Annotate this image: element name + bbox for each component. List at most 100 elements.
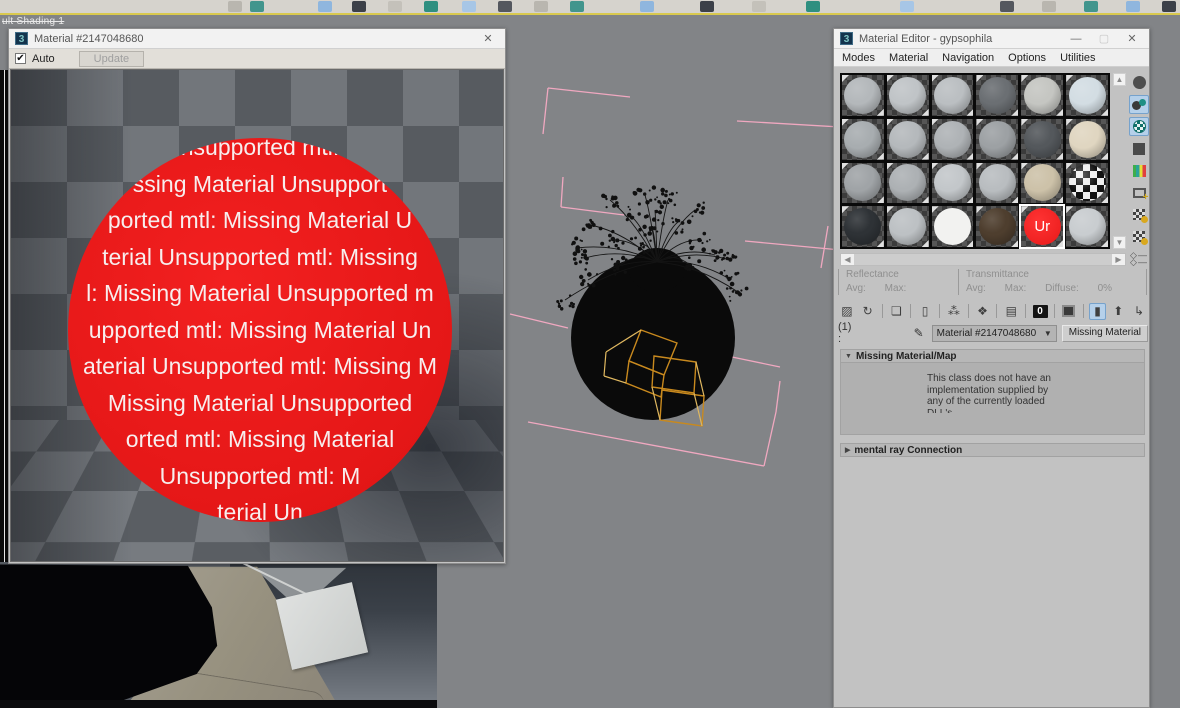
toolbar-icon-stub[interactable] <box>900 1 914 12</box>
maximize-icon[interactable]: ▢ <box>1093 32 1115 45</box>
scroll-up-icon[interactable]: ▲ <box>1113 73 1126 86</box>
close-icon[interactable]: ✕ <box>1121 32 1143 45</box>
material-swatch[interactable] <box>931 206 974 247</box>
get-material-icon[interactable]: ▨ <box>838 303 856 320</box>
main-toolbar[interactable] <box>0 0 1180 13</box>
menu-material[interactable]: Material <box>889 52 928 64</box>
go-to-parent-icon[interactable]: ⬆ <box>1109 303 1127 320</box>
material-swatch[interactable] <box>1066 206 1108 247</box>
toolbar-icon-stub[interactable] <box>388 1 402 12</box>
missing-material-sphere: nsupported mtl. ssing Material Unsupport p… <box>68 138 452 522</box>
material-swatch[interactable] <box>886 75 929 116</box>
backlight-icon[interactable] <box>1129 95 1149 114</box>
material-swatch[interactable] <box>1066 118 1108 160</box>
background-icon[interactable] <box>1129 117 1149 136</box>
material-swatch[interactable] <box>931 162 974 204</box>
close-icon[interactable]: ✕ <box>477 32 499 45</box>
toolbar-icon-stub[interactable] <box>462 1 476 12</box>
pink-bracket-line <box>560 206 625 216</box>
show-end-result-icon[interactable]: ▮ <box>1088 302 1107 320</box>
swatch-vertical-scrollbar[interactable]: ▲ ▼ <box>1113 73 1126 249</box>
reset-map-icon[interactable]: ▯ <box>916 303 934 320</box>
material-swatch[interactable] <box>842 162 884 204</box>
toolbar-icon-stub[interactable] <box>352 1 366 12</box>
menu-utilities[interactable]: Utilities <box>1060 52 1095 64</box>
rollout-header[interactable]: ▶ mental ray Connection <box>840 443 1145 457</box>
menu-navigation[interactable]: Navigation <box>942 52 994 64</box>
go-forward-to-sibling-icon[interactable]: ↳ <box>1130 303 1148 320</box>
minimize-icon[interactable]: — <box>1065 33 1087 45</box>
pick-material-eyedropper-icon[interactable]: ✎ <box>914 326 924 340</box>
material-preview-window[interactable]: 3 Material #2147048680 ✕ ✔ Auto Update n… <box>8 28 506 564</box>
material-type-button[interactable]: Missing Material <box>1061 324 1148 342</box>
material-swatch[interactable] <box>976 162 1019 204</box>
preview-titlebar[interactable]: 3 Material #2147048680 ✕ <box>9 29 505 49</box>
material-swatch[interactable] <box>931 75 974 116</box>
material-swatch[interactable]: Ur <box>1019 204 1066 249</box>
material-swatch[interactable] <box>1066 162 1108 204</box>
assign-material-to-selection-icon[interactable]: ❏ <box>887 303 905 320</box>
material-name-dropdown[interactable]: Material #2147048680 ▼ <box>931 324 1057 342</box>
material-swatch[interactable] <box>886 206 929 247</box>
missing-material-text-line: Missing Material Unsupported <box>107 389 413 416</box>
scroll-right-icon[interactable]: ▶ <box>1112 254 1125 265</box>
toolbar-icon-stub[interactable] <box>570 1 584 12</box>
make-material-copy-icon[interactable]: ⁂ <box>945 303 963 320</box>
auto-checkbox[interactable]: ✔ <box>15 53 26 64</box>
viewport-shading-label[interactable]: ult Shading 1 <box>2 16 64 27</box>
material-swatch[interactable] <box>976 75 1019 116</box>
select-by-material-icon[interactable] <box>1129 227 1149 246</box>
toolbar-icon-stub[interactable] <box>1084 1 1098 12</box>
missing-material-text-line: aterial Unsupported mtl: Missing M <box>82 353 438 379</box>
transmittance-label: Transmittance <box>966 269 1029 280</box>
make-preview-icon[interactable] <box>1129 183 1149 203</box>
scroll-left-icon[interactable]: ◀ <box>841 254 854 265</box>
material-swatch[interactable] <box>976 206 1019 247</box>
material-swatch[interactable] <box>842 206 884 247</box>
material-swatch[interactable] <box>931 118 974 160</box>
toolbar-icon-stub[interactable] <box>1042 1 1056 12</box>
material-swatch[interactable] <box>842 118 884 160</box>
toolbar-icon-stub[interactable] <box>1126 1 1140 12</box>
make-unique-icon[interactable]: ❖ <box>974 303 992 320</box>
material-swatch[interactable] <box>1021 162 1064 204</box>
material-swatch[interactable] <box>1021 118 1064 160</box>
material-swatch[interactable] <box>886 118 929 160</box>
material-editor-options-icon[interactable] <box>1129 205 1149 224</box>
toolbar-icon-stub[interactable] <box>806 1 820 12</box>
video-color-check-icon[interactable] <box>1129 161 1149 180</box>
material-swatch[interactable] <box>886 162 929 204</box>
rollout-header[interactable]: ▼ Missing Material/Map <box>840 349 1145 363</box>
put-to-library-icon[interactable]: ▤ <box>1002 303 1020 320</box>
show-shaded-material-in-viewport-icon[interactable] <box>1060 303 1078 320</box>
menu-options[interactable]: Options <box>1008 52 1046 64</box>
material-editor-window[interactable]: 3 Material Editor - gypsophila — ▢ ✕ Mod… <box>833 28 1150 708</box>
scroll-down-icon[interactable]: ▼ <box>1113 236 1126 249</box>
toolbar-icon-stub[interactable] <box>752 1 766 12</box>
toolbar-icon-stub[interactable] <box>1000 1 1014 12</box>
material-swatch[interactable] <box>1021 75 1064 116</box>
material-editor-titlebar[interactable]: 3 Material Editor - gypsophila — ▢ ✕ <box>834 29 1149 49</box>
toolbar-icon-stub[interactable] <box>250 1 264 12</box>
update-button[interactable]: Update <box>78 50 145 67</box>
toolbar-icon-stub[interactable] <box>424 1 438 12</box>
material-swatch[interactable] <box>842 75 884 116</box>
material-swatch[interactable] <box>976 118 1019 160</box>
toolbar-icon-stub[interactable] <box>1162 1 1176 12</box>
material-swatch[interactable] <box>1066 75 1108 116</box>
swatch-horizontal-scrollbar[interactable]: ◀ ▶ <box>840 253 1126 266</box>
toolbar-icon-stub[interactable] <box>318 1 332 12</box>
menu-modes[interactable]: Modes <box>842 52 875 64</box>
toolbar-icon-stub[interactable] <box>534 1 548 12</box>
sample-uv-tiling-icon[interactable] <box>1129 139 1149 158</box>
toolbar-icon-stub[interactable] <box>498 1 512 12</box>
toolbar-icon-stub[interactable] <box>640 1 654 12</box>
material-id-channel-icon[interactable]: 0 <box>1031 303 1049 320</box>
preview-toolbar: ✔ Auto Update <box>9 49 505 69</box>
put-material-to-scene-icon[interactable]: ↻ <box>859 303 877 320</box>
material-map-navigator-icon[interactable]: ◇— ◇— <box>1129 249 1149 268</box>
sample-type-icon[interactable] <box>1129 73 1149 92</box>
toolbar-icon-stub[interactable] <box>700 1 714 12</box>
toolbar-icon-stub[interactable] <box>228 1 242 12</box>
rollout-body: This class does not have an implementati… <box>840 363 1145 435</box>
